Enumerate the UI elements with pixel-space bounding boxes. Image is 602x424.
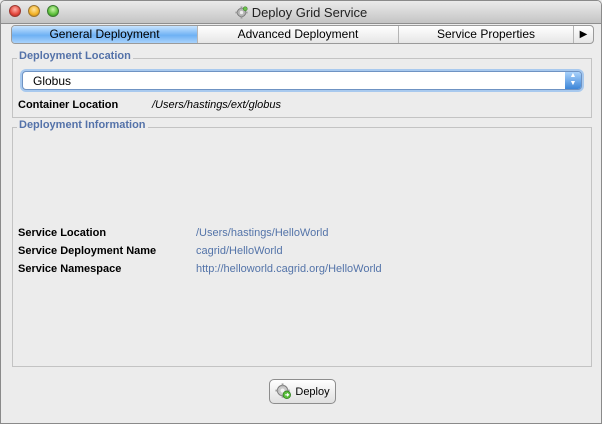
deploy-gear-icon [275,383,292,400]
deploy-button-label: Deploy [295,385,330,398]
service-namespace-value: http://helloworld.cagrid.org/HelloWorld [196,263,382,275]
gears-icon [235,6,248,22]
container-location-value: /Users/hastings/ext/globus [152,99,282,111]
tab-general-deployment[interactable]: General Deployment [12,26,198,43]
container-type-value: Globus [33,74,72,88]
service-location-value: /Users/hastings/HelloWorld [196,227,329,239]
container-type-select[interactable]: Globus ▲ ▼ [22,71,582,90]
title-bar: Deploy Grid Service [1,1,601,24]
service-namespace-label: Service Namespace [18,263,122,275]
tab-advanced-deployment[interactable]: Advanced Deployment [198,26,399,43]
service-deployment-name-value: cagrid/HelloWorld [196,245,283,257]
select-arrows-icon: ▲ ▼ [565,72,581,89]
service-deployment-name-label: Service Deployment Name [18,245,157,257]
deployment-information-legend: Deployment Information [17,119,148,131]
window-title-wrap: Deploy Grid Service [1,5,601,22]
container-location-label: Container Location [18,99,119,111]
service-location-label: Service Location [18,227,107,239]
tab-bar: General Deployment Advanced Deployment S… [11,25,594,44]
deploy-button[interactable]: Deploy [269,379,336,404]
deployment-location-legend: Deployment Location [17,50,133,62]
window-title: Deploy Grid Service [251,5,368,20]
tab-service-properties[interactable]: Service Properties [399,26,574,43]
right-triangle-icon[interactable]: ▶ [574,26,593,43]
deploy-window: Deploy Grid Service General Deployment A… [0,0,602,424]
